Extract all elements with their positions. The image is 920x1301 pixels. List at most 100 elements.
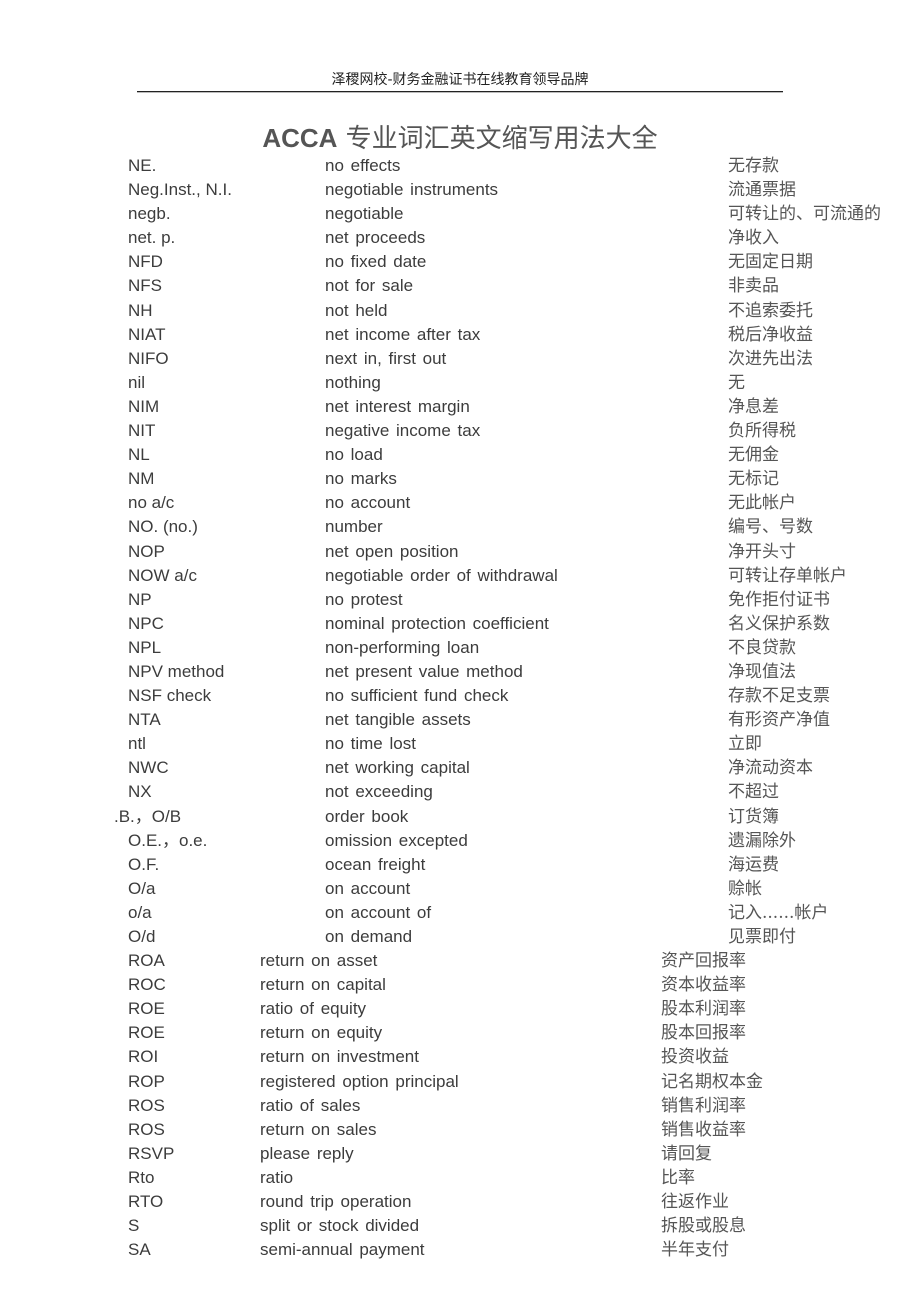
chinese-term: 往返作业 xyxy=(661,1192,729,1213)
chinese-term: 流通票据 xyxy=(728,180,796,201)
english-term: no account xyxy=(325,493,411,513)
english-term: net working capital xyxy=(325,758,470,778)
chinese-term: 遗漏除外 xyxy=(728,830,796,851)
glossary-row: NFS not for sale 非卖品 xyxy=(0,274,920,298)
english-term: next in, first out xyxy=(325,348,447,368)
glossary-row: NPV method net present value method 净现值法 xyxy=(0,660,920,684)
chinese-term: 半年支付 xyxy=(661,1240,729,1261)
english-term: return on sales xyxy=(260,1119,377,1139)
english-term: return on equity xyxy=(260,1023,383,1043)
chinese-term: 名义保护系数 xyxy=(728,613,830,634)
glossary-row: NIAT net income after tax 税后净收益 xyxy=(0,323,920,347)
chinese-term: 不超过 xyxy=(728,782,779,803)
glossary-row: NPC nominal protection coefficient 名义保护系数 xyxy=(0,612,920,636)
glossary-row: .B.，O/B order book 订货簿 xyxy=(0,805,920,829)
chinese-term: 无存款 xyxy=(728,156,779,176)
english-term: semi-annual payment xyxy=(260,1240,425,1260)
abbreviation: NE. xyxy=(128,156,157,175)
chinese-term: 净现值法 xyxy=(728,661,796,682)
glossary-row: Neg.Inst., N.I. negotiable instruments 流通票… xyxy=(0,178,920,202)
chinese-term: 资本收益率 xyxy=(661,975,746,996)
glossary-row: negb. negotiable 可转让的、可流通的 xyxy=(0,202,920,226)
abbreviation: NSF check xyxy=(128,686,212,706)
glossary-row: NO. (no.) number 编号、号数 xyxy=(0,515,920,539)
english-term: number xyxy=(325,517,383,537)
english-term: no marks xyxy=(325,469,397,489)
english-term: ratio xyxy=(260,1167,294,1187)
glossary-row: NL no load 无佣金 xyxy=(0,443,920,467)
abbreviation: ROA xyxy=(128,951,165,971)
english-term: ocean freight xyxy=(325,854,426,874)
glossary-row: O/d on demand 见票即付 xyxy=(0,925,920,949)
abbreviation: ROI xyxy=(128,1047,159,1067)
english-term: no load xyxy=(325,445,383,465)
abbreviation: NFD xyxy=(128,252,163,272)
abbreviation: NIAT xyxy=(128,324,166,344)
glossary-row: O/a on account 赊帐 xyxy=(0,877,920,901)
abbreviation: RTO xyxy=(128,1192,164,1212)
glossary-row: NSF check no sufficient fund check 存款不足支票 xyxy=(0,684,920,708)
abbreviation: Neg.Inst., N.I. xyxy=(128,180,232,200)
chinese-term: 负所得税 xyxy=(728,421,796,442)
glossary-row: ROP registered option principal 记名期权本金 xyxy=(0,1070,920,1094)
glossary-row: Rto ratio 比率 xyxy=(0,1166,920,1190)
english-term: net proceeds xyxy=(325,228,426,248)
glossary-list: NE. no effects 无存款 Neg.Inst., N.I. negotiabl… xyxy=(0,154,920,1262)
chinese-term: 无 xyxy=(728,372,745,393)
chinese-term: 无佣金 xyxy=(728,445,779,466)
abbreviation: NPL xyxy=(128,637,162,657)
chinese-term: 股本回报率 xyxy=(661,1023,746,1044)
glossary-row: net. p. net proceeds 净收入 xyxy=(0,226,920,250)
chinese-term: 编号、号数 xyxy=(728,517,813,538)
chinese-term: 比率 xyxy=(661,1167,695,1188)
abbreviation: O.E.，o.e. xyxy=(128,830,208,850)
english-term: net income after tax xyxy=(325,324,481,344)
abbreviation: ROE xyxy=(128,1023,165,1043)
abbreviation: NFS xyxy=(128,276,162,296)
glossary-row: ROI return on investment 投资收益 xyxy=(0,1045,920,1069)
abbreviation: NIFO xyxy=(128,348,169,368)
english-term: on account xyxy=(325,878,411,898)
glossary-row: NIM net interest margin 净息差 xyxy=(0,395,920,419)
english-term: return on asset xyxy=(260,951,378,971)
glossary-row: ROE ratio of equity 股本利润率 xyxy=(0,997,920,1021)
abbreviation: ROE xyxy=(128,999,165,1019)
english-term: net open position xyxy=(325,541,459,561)
abbreviation: NWC xyxy=(128,758,169,778)
glossary-row: NE. no effects 无存款 xyxy=(0,154,920,178)
glossary-row: NM no marks 无标记 xyxy=(0,467,920,491)
english-term: negotiable order of withdrawal xyxy=(325,565,558,585)
english-term: net present value method xyxy=(325,661,523,681)
english-term: return on investment xyxy=(260,1047,419,1067)
chinese-term: 赊帐 xyxy=(728,878,762,899)
english-term: negative income tax xyxy=(325,421,481,441)
abbreviation: ROC xyxy=(128,975,166,995)
chinese-term: 不追索委托 xyxy=(728,300,813,321)
abbreviation: .B.，O/B xyxy=(114,806,182,826)
abbreviation: o/a xyxy=(128,902,152,922)
abbreviation: ntl xyxy=(128,734,146,754)
english-term: nominal protection coefficient xyxy=(325,613,549,633)
abbreviation: negb. xyxy=(128,204,171,224)
glossary-row: NP no protest 免作拒付证书 xyxy=(0,588,920,612)
glossary-row: NH not held 不追索委托 xyxy=(0,299,920,323)
chinese-term: 不良贷款 xyxy=(728,637,796,658)
chinese-term: 海运费 xyxy=(728,854,779,875)
abbreviation: NIM xyxy=(128,396,160,416)
chinese-term: 净开头寸 xyxy=(728,541,796,562)
english-term: split or stock divided xyxy=(260,1216,420,1236)
english-term: non-performing loan xyxy=(325,637,480,657)
chinese-term: 免作拒付证书 xyxy=(728,589,830,610)
glossary-row: ROS ratio of sales 销售利润率 xyxy=(0,1094,920,1118)
chinese-term: 记入......帐户 xyxy=(728,902,829,923)
glossary-row: NOP net open position 净开头寸 xyxy=(0,540,920,564)
english-term: return on capital xyxy=(260,975,386,995)
abbreviation: NPC xyxy=(128,613,164,633)
abbreviation: O/a xyxy=(128,878,156,898)
glossary-row: no a/c no account 无此帐户 xyxy=(0,491,920,515)
chinese-term: 见票即付 xyxy=(728,927,796,947)
glossary-row: RSVP please reply 请回复 xyxy=(0,1142,920,1166)
glossary-row: O.E.，o.e. omission excepted 遗漏除外 xyxy=(0,829,920,853)
chinese-term: 订货簿 xyxy=(728,806,779,827)
chinese-term: 资产回报率 xyxy=(661,951,746,972)
